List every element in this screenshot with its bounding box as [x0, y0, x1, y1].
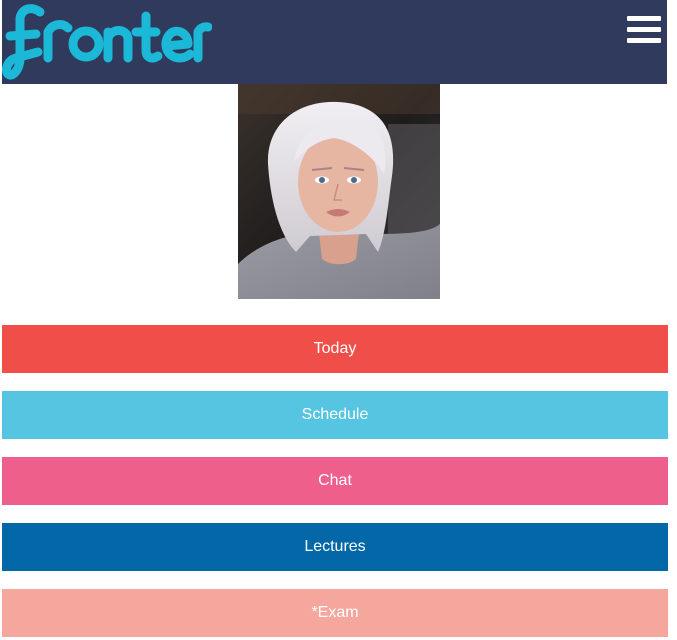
app-header: fronter	[2, 0, 667, 84]
schedule-button[interactable]: Schedule	[2, 391, 668, 439]
today-button[interactable]: Today	[2, 325, 668, 373]
menu-bar-top	[627, 16, 661, 21]
hamburger-menu-icon[interactable]	[627, 14, 661, 46]
fronter-logo[interactable]	[2, 0, 212, 84]
app-frame: fronter	[0, 0, 677, 640]
chat-button[interactable]: Chat	[2, 457, 668, 505]
menu-bar-bottom	[627, 38, 661, 43]
profile-avatar[interactable]	[238, 84, 440, 299]
exam-button[interactable]: *Exam	[2, 589, 668, 637]
lectures-button[interactable]: Lectures	[2, 523, 668, 571]
menu-bar-middle	[627, 27, 661, 32]
